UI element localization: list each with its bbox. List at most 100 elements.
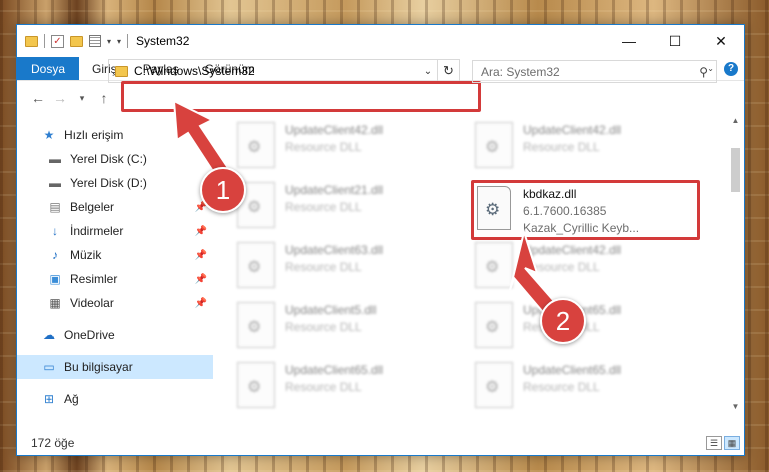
file-item[interactable]: UpdateClient5.dll Resource DLL [237, 302, 467, 352]
file-type: Resource DLL [285, 200, 362, 214]
sidebar-item-label: Ağ [64, 392, 79, 406]
sidebar-item-pictures[interactable]: ▣ Resimler 📌 [17, 267, 213, 291]
dll-file-icon [237, 242, 275, 288]
scroll-up-icon[interactable]: ▲ [728, 116, 743, 130]
file-name: UpdateClient65.dll [523, 363, 622, 377]
cloud-icon: ☁ [43, 328, 55, 342]
file-item[interactable]: UpdateClient65.dll Resource DLL [237, 362, 467, 412]
properties-check-icon[interactable]: ✓ [51, 34, 64, 48]
chevron-down-icon[interactable]: ▾ [107, 37, 111, 46]
pin-icon[interactable]: 📌 [195, 250, 207, 261]
sidebar-item-quick-access[interactable]: ★ Hızlı erişim [17, 123, 213, 147]
customize-icon[interactable] [89, 35, 101, 47]
drive-icon: ▬ [49, 176, 61, 190]
item-count: 172 öğe [31, 436, 75, 450]
new-folder-icon[interactable] [70, 35, 83, 47]
title-bar: ✓ ▾ ▾ System32 — ☐ ✕ [17, 25, 744, 57]
sidebar-item-documents[interactable]: ▤ Belgeler 📌 [17, 195, 213, 219]
file-name: UpdateClient21.dll [285, 183, 384, 197]
details-view-icon[interactable]: ☰ [706, 436, 722, 450]
file-type: Resource DLL [285, 140, 362, 154]
recent-locations-icon[interactable]: ▾ [71, 93, 93, 104]
back-arrow-icon[interactable]: ← [27, 90, 49, 106]
chevron-down-icon[interactable]: ⌄ [419, 66, 437, 77]
dll-file-icon [475, 242, 513, 288]
star-icon: ★ [43, 128, 55, 142]
sidebar-item-disk-d[interactable]: ▬ Yerel Disk (D:) [17, 171, 213, 195]
download-icon: ↓ [52, 224, 58, 238]
vertical-scrollbar[interactable]: ▲ ▼ [728, 116, 743, 416]
help-icon[interactable]: ? [724, 61, 738, 76]
divider [127, 34, 129, 48]
window-title: System32 [136, 34, 190, 48]
sidebar-item-network[interactable]: ⊞ Ağ [17, 387, 213, 411]
sidebar-item-label: Yerel Disk (D:) [70, 176, 147, 190]
sidebar-item-videos[interactable]: ▦ Videolar 📌 [17, 291, 213, 315]
maximize-button[interactable]: ☐ [652, 25, 698, 57]
sidebar-item-label: İndirmeler [70, 224, 124, 238]
sidebar-item-label: OneDrive [64, 328, 115, 342]
scroll-down-icon[interactable]: ▼ [728, 402, 743, 416]
file-item[interactable]: UpdateClient65.dll Resource DLL [475, 362, 705, 412]
file-name: UpdateClient65.dll [285, 363, 384, 377]
dll-file-icon [475, 302, 513, 348]
dll-file-icon [237, 122, 275, 168]
search-placeholder: Ara: System32 [481, 64, 560, 79]
address-path[interactable]: C:\Windows\System32 [134, 64, 419, 78]
step-1-badge: 1 [200, 167, 246, 213]
up-arrow-icon[interactable]: ↑ [93, 90, 115, 106]
quick-access-toolbar: ✓ ▾ ▾ [25, 34, 129, 48]
drive-icon: ▬ [49, 152, 61, 166]
sidebar-item-onedrive[interactable]: ☁ OneDrive [17, 323, 213, 347]
toolbar-dropdown-icon[interactable]: ▾ [117, 37, 121, 46]
dll-file-icon [475, 122, 513, 168]
address-highlight [121, 81, 481, 112]
close-button[interactable]: ✕ [698, 25, 744, 57]
file-item[interactable]: UpdateClient63.dll Resource DLL [237, 242, 467, 292]
folder-icon [115, 65, 128, 77]
music-icon: ♪ [52, 248, 58, 262]
file-item[interactable]: UpdateClient42.dll Resource DLL [237, 122, 467, 172]
view-switcher: ☰ ▦ [706, 436, 740, 450]
pin-icon[interactable]: 📌 [195, 226, 207, 237]
computer-icon: ▭ [43, 360, 55, 374]
file-type: Resource DLL [523, 380, 600, 394]
navigation-pane: ★ Hızlı erişim ▬ Yerel Disk (C:) ▬ Yerel… [17, 123, 213, 423]
file-type: Resource DLL [285, 260, 362, 274]
sidebar-item-this-pc[interactable]: ▭ Bu bilgisayar [17, 355, 213, 379]
dll-file-icon [475, 362, 513, 408]
search-input[interactable]: Ara: System32 ⚲ [472, 60, 717, 83]
tab-file[interactable]: Dosya [17, 57, 80, 80]
pictures-icon: ▣ [49, 272, 61, 286]
sidebar-item-label: Müzik [70, 248, 102, 262]
sidebar-item-music[interactable]: ♪ Müzik 📌 [17, 243, 213, 267]
file-item[interactable]: UpdateClient42.dll Resource DLL [475, 242, 705, 292]
file-type: Resource DLL [523, 140, 600, 154]
refresh-button[interactable]: ↻ [437, 60, 459, 82]
file-name: UpdateClient42.dll [285, 123, 384, 137]
scroll-thumb[interactable] [731, 148, 740, 192]
file-name: UpdateClient42.dll [523, 123, 622, 137]
videos-icon: ▦ [49, 296, 61, 310]
documents-icon: ▤ [49, 200, 61, 214]
file-type: Resource DLL [523, 260, 600, 274]
file-item[interactable]: UpdateClient42.dll Resource DLL [475, 122, 705, 172]
file-item[interactable]: UpdateClient65.dllResource DLL [475, 302, 705, 352]
sidebar-item-downloads[interactable]: ↓ İndirmeler 📌 [17, 219, 213, 243]
file-item[interactable]: UpdateClient21.dll Resource DLL [237, 182, 467, 232]
forward-arrow-icon[interactable]: → [49, 90, 71, 106]
minimize-button[interactable]: — [606, 25, 652, 57]
file-list: UpdateClient42.dll Resource DLL UpdateCli… [213, 116, 726, 416]
file-name: UpdateClient5.dll [285, 303, 377, 317]
address-bar[interactable]: C:\Windows\System32 ⌄ ↻ [108, 59, 460, 83]
search-icon[interactable]: ⚲ [699, 65, 708, 79]
file-name: UpdateClient42.dll [523, 243, 622, 257]
tiles-view-icon[interactable]: ▦ [724, 436, 740, 450]
window-controls: — ☐ ✕ [606, 25, 744, 57]
file-type: Resource DLL [285, 380, 362, 394]
step-2-badge: 2 [540, 298, 586, 344]
pin-icon[interactable]: 📌 [195, 274, 207, 285]
pin-icon[interactable]: 📌 [195, 298, 207, 309]
sidebar-item-disk-c[interactable]: ▬ Yerel Disk (C:) [17, 147, 213, 171]
dll-file-icon [237, 302, 275, 348]
